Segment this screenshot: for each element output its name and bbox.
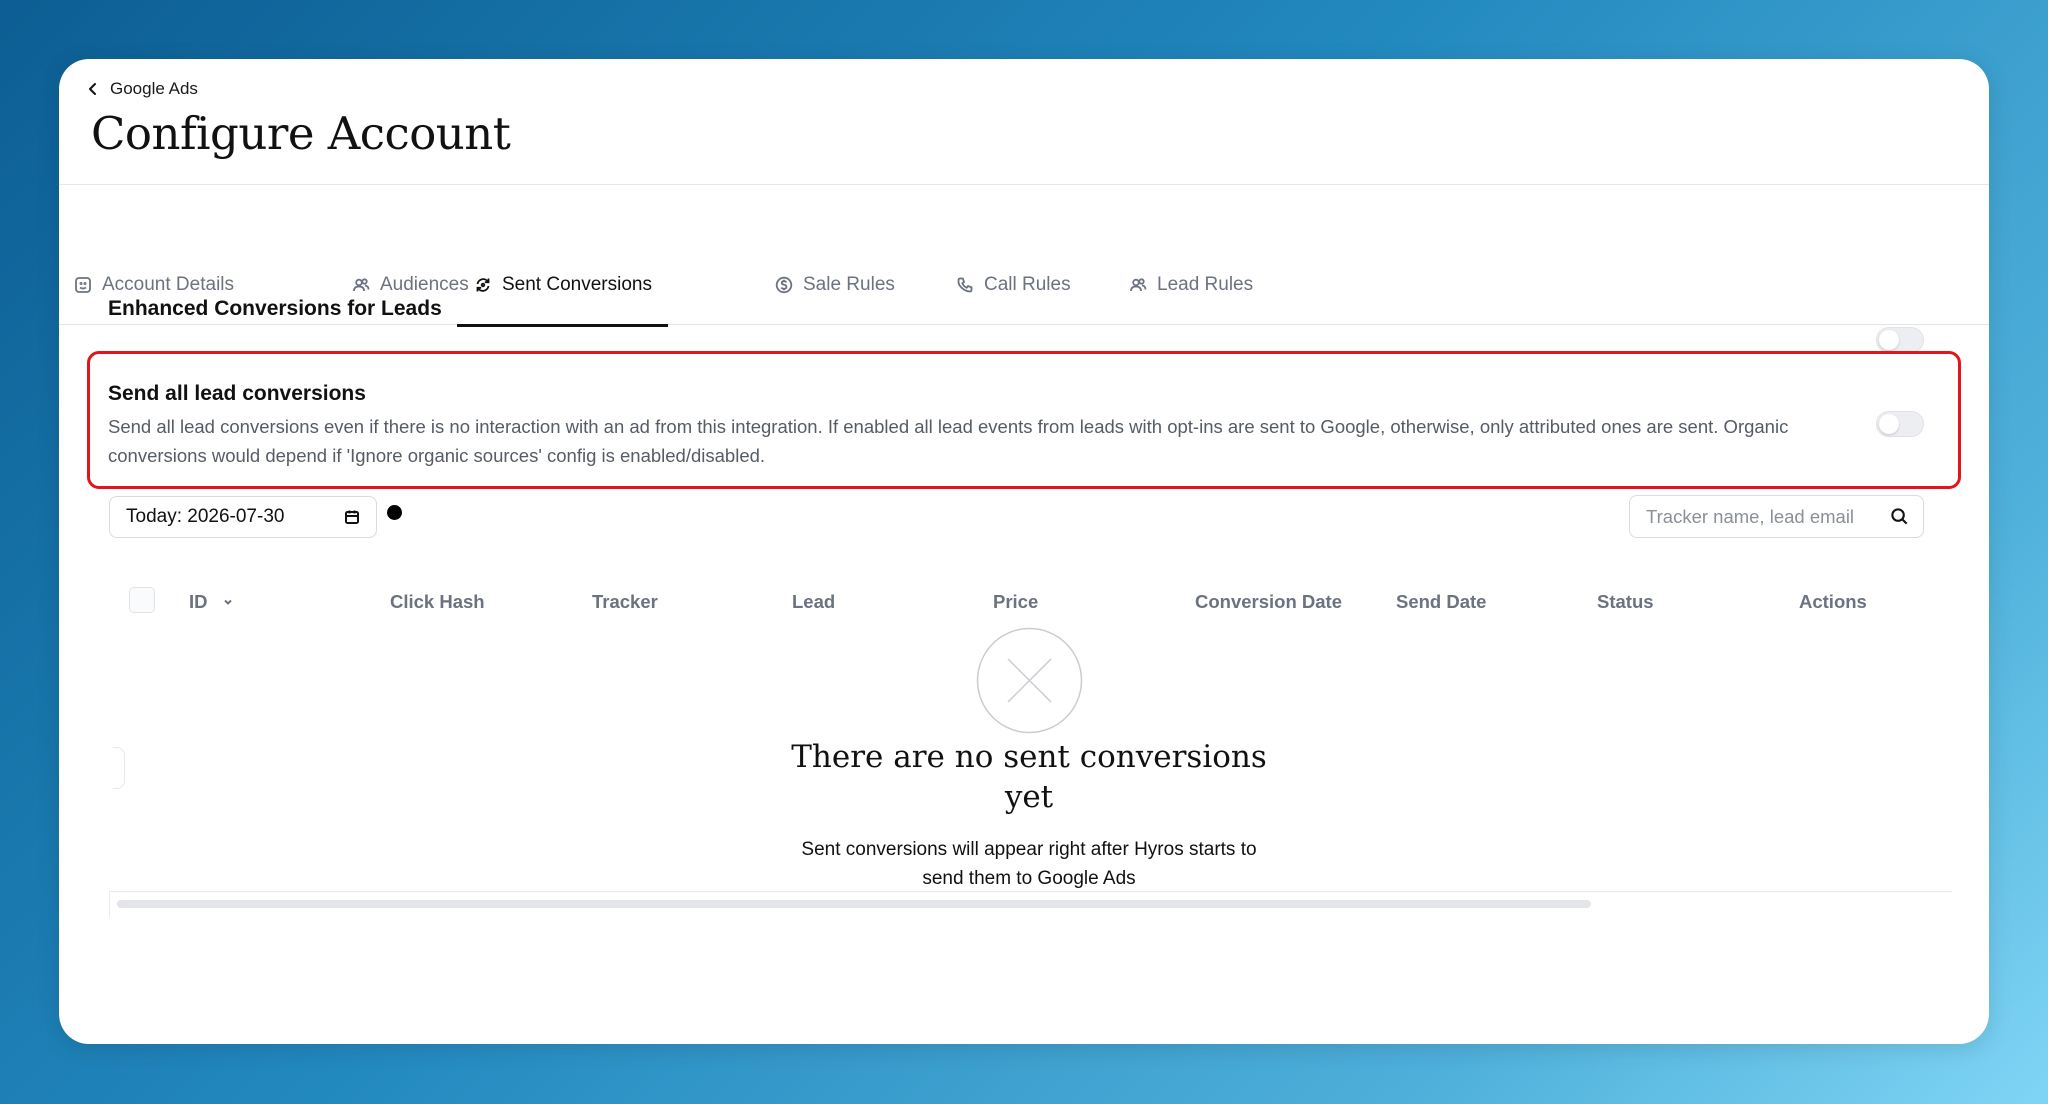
table-bottom-divider — [109, 891, 1952, 892]
select-all-checkbox[interactable] — [129, 587, 155, 613]
configure-account-card: Google Ads Configure Account Account Det… — [59, 59, 1989, 1044]
date-picker-button[interactable]: Today: 2026-07-30 — [109, 496, 377, 538]
header-divider — [59, 184, 1989, 185]
refresh-icon — [476, 278, 490, 292]
tab-label: Account Details — [102, 274, 235, 295]
column-label: Status — [1597, 591, 1654, 612]
toggle-knob — [1879, 330, 1899, 350]
phone-icon — [957, 277, 973, 293]
tab-label: Audiences — [380, 274, 469, 295]
page-title: Configure Account — [91, 107, 511, 160]
search-icon[interactable] — [1890, 507, 1909, 526]
column-header-price: Price — [993, 591, 1038, 613]
tab-sent-conversions[interactable]: Sent Conversions — [457, 245, 668, 327]
calendar-icon — [345, 510, 359, 524]
column-label: Send Date — [1396, 591, 1487, 612]
status-dot — [387, 505, 402, 520]
tab-sale-rules[interactable]: Sale Rules — [759, 245, 911, 325]
users-icon — [1130, 278, 1147, 292]
column-label: Price — [993, 591, 1039, 612]
column-header-id[interactable]: ID — [189, 591, 234, 613]
search-box[interactable] — [1629, 495, 1924, 538]
tab-call-rules[interactable]: Call Rules — [940, 245, 1087, 325]
horizontal-scrollbar[interactable] — [117, 900, 1591, 908]
column-header-send-date: Send Date — [1396, 591, 1486, 613]
column-header-click-hash: Click Hash — [390, 591, 485, 613]
tab-label: Sent Conversions — [502, 274, 652, 295]
column-header-tracker: Tracker — [592, 591, 658, 613]
chevron-left-icon — [89, 83, 96, 95]
column-header-status: Status — [1597, 591, 1654, 613]
account-details-icon — [75, 277, 91, 293]
empty-state-x-icon — [976, 627, 1083, 734]
column-label: Actions — [1799, 591, 1867, 612]
dollar-circle-icon — [775, 276, 793, 294]
send-all-toggle[interactable] — [1876, 411, 1924, 437]
empty-state-description: Sent conversions will appear right after… — [801, 839, 1257, 889]
side-panel-handle[interactable] — [113, 747, 125, 789]
column-header-lead: Lead — [792, 591, 835, 613]
send-all-title: Send all lead conversions — [108, 382, 366, 405]
back-link[interactable]: Google Ads — [86, 79, 198, 99]
column-header-actions: Actions — [1799, 591, 1867, 613]
users-icon — [353, 278, 370, 292]
column-label: ID — [189, 591, 208, 612]
column-label: Tracker — [592, 591, 658, 612]
column-label: Conversion Date — [1195, 591, 1343, 612]
tab-lead-rules[interactable]: Lead Rules — [1113, 245, 1269, 325]
screenshot-frame: Google Ads Configure Account Account Det… — [0, 0, 2048, 1104]
tab-label: Call Rules — [984, 274, 1071, 295]
toggle-knob — [1879, 414, 1899, 434]
send-all-description: Send all lead conversions even if there … — [108, 416, 1789, 466]
chevron-down-icon — [223, 599, 232, 605]
table-left-border — [109, 891, 110, 917]
back-link-label: Google Ads — [110, 79, 198, 98]
column-label: Lead — [792, 591, 836, 612]
enhanced-conversions-toggle[interactable] — [1876, 327, 1924, 353]
tab-label: Sale Rules — [803, 274, 895, 295]
column-label: Click Hash — [390, 591, 485, 612]
date-label: Today: 2026-07-30 — [126, 506, 285, 527]
table-header: ID Click Hash Tracker Lead Price Convers… — [59, 579, 1989, 619]
tab-label: Lead Rules — [1157, 274, 1254, 295]
enhanced-conversions-title: Enhanced Conversions for Leads — [108, 297, 442, 320]
search-input[interactable] — [1646, 505, 1876, 528]
column-header-conversion-date: Conversion Date — [1195, 591, 1342, 613]
empty-state-title: There are no sent conversions yet — [791, 739, 1267, 815]
